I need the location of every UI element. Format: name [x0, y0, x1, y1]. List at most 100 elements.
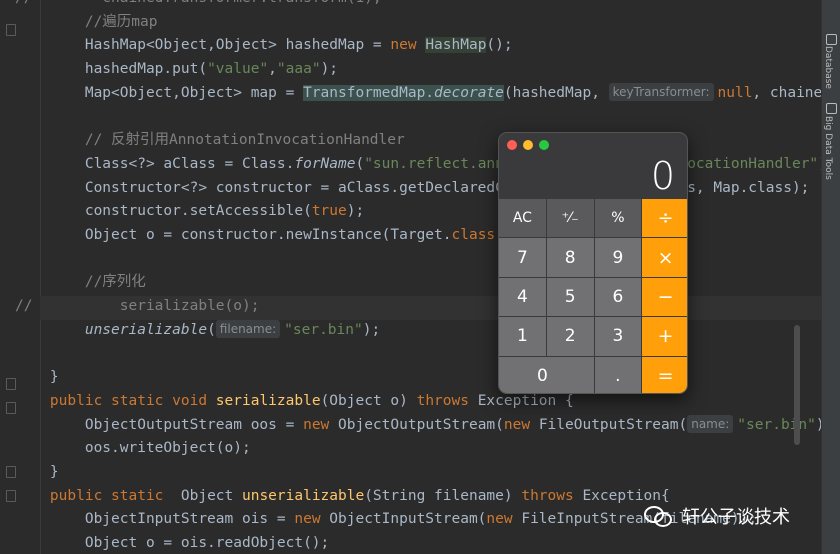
code-editor[interactable]: // chainedTransformer.transform(1); //遍历… [0, 0, 822, 554]
calculator-title-bar[interactable] [499, 133, 687, 155]
calculator-display: 0 [650, 154, 675, 198]
code-line[interactable]: Object o = ois.readObject(); [15, 531, 329, 554]
code-line[interactable]: Constructor<?> constructor = aClass.getD… [15, 176, 810, 200]
digit-9-key[interactable]: 9 [594, 238, 642, 277]
digit-4-key[interactable]: 4 [499, 277, 546, 317]
ac-key[interactable]: AC [499, 199, 546, 238]
code-token: new [390, 37, 426, 54]
code-line[interactable]: //遍历map [15, 10, 158, 34]
code-token: oos.writeObject(o); [15, 440, 251, 457]
code-token: ); [320, 61, 339, 78]
code-token: ); [362, 321, 381, 338]
code-line[interactable]: // 反射引用AnnotationInvocationHandler [15, 128, 405, 152]
code-token: null [717, 84, 753, 101]
code-token: // [15, 0, 32, 6]
maximize-button[interactable] [539, 140, 549, 150]
code-token: serializable(o); [32, 298, 260, 315]
code-token: Exception { [477, 392, 574, 409]
code-token: true [311, 203, 347, 220]
code-line[interactable]: ObjectOutputStream oos = new ObjectOutpu… [15, 413, 822, 437]
digit-3-key[interactable]: 3 [594, 317, 642, 356]
code-token: ( [207, 321, 216, 338]
code-token: TransformedMap. [303, 84, 435, 101]
code-line[interactable]: public static void serializable(Object o… [15, 389, 574, 413]
code-line[interactable]: // serializable(o); [15, 294, 259, 318]
minimize-button[interactable] [523, 140, 533, 150]
code-token: //遍历map [15, 13, 158, 30]
code-token: (Object o) [320, 392, 417, 409]
subtract-key[interactable]: − [642, 277, 687, 317]
digit-5-key[interactable]: 5 [546, 277, 594, 317]
digit-1-key[interactable]: 1 [499, 317, 546, 356]
code-token: } [15, 464, 59, 480]
code-token: ObjectOutputStream( [338, 416, 504, 433]
code-line[interactable]: Object o = constructor.newInstance(Targe… [15, 223, 556, 247]
plus-minus-key[interactable]: ⁺⁄₋ [546, 199, 594, 238]
code-token: (String filename) [364, 487, 522, 504]
code-line[interactable]: constructor.setAccessible(true); [15, 199, 364, 223]
digit-0-key[interactable]: 0 [499, 356, 594, 393]
code-token: new [294, 511, 330, 528]
code-line[interactable]: Map<Object,Object> map = TransformedMap.… [15, 81, 822, 105]
parameter-hint: keyTransformer: [608, 82, 714, 101]
code-line[interactable]: public static Object unserializable(Stri… [15, 484, 670, 508]
digit-8-key[interactable]: 8 [546, 238, 594, 277]
decimal-key[interactable]: . [594, 356, 642, 393]
percent-key[interactable]: % [594, 199, 642, 238]
digit-7-key[interactable]: 7 [499, 238, 546, 277]
code-line[interactable]: hashedMap.put("value","aaa"); [15, 57, 338, 81]
code-token: , [268, 61, 277, 78]
code-token: Class<?> aClass = Class. [15, 155, 295, 172]
code-token: // 反射引用AnnotationInvocationHandler [15, 132, 405, 149]
code-line[interactable]: //序列化 [15, 270, 146, 294]
add-key[interactable]: + [642, 317, 687, 356]
tab-big-data-tools[interactable]: Big Data Tools [823, 116, 833, 180]
calculator-keypad: AC ⁺⁄₋% ÷ 7 8 9 × 4 5 6− 1 2 3 +0. = [499, 199, 687, 393]
close-button[interactable] [507, 140, 517, 150]
watermark: 轩公子谈技术 [644, 500, 790, 532]
database-icon[interactable] [826, 34, 837, 45]
code-line[interactable]: HashMap<Object,Object> hashedMap = new H… [15, 33, 513, 57]
code-token: decorate [434, 84, 504, 101]
digit-6-key[interactable]: 6 [594, 277, 642, 317]
code-line[interactable]: // chainedTransformer.transform(1); [15, 0, 382, 10]
code-token: (hashedMap, [503, 84, 609, 101]
code-token: Map<Object,Object> map = [15, 84, 304, 101]
parameter-hint: filename: [215, 319, 281, 338]
code-line[interactable]: Class<?> aClass = Class.forName("sun.ref… [15, 152, 822, 176]
code-token: "ser.bin" [284, 321, 363, 338]
code-token: Object [180, 487, 242, 504]
code-token: ( [355, 155, 365, 172]
code-token: chainedTransformer.transform(1); [32, 0, 381, 6]
parameter-hint: name: [687, 414, 734, 433]
code-token: ObjectOutputStream oos = [15, 416, 304, 433]
divide-key[interactable]: ÷ [642, 199, 687, 238]
code-token: "aaa" [276, 61, 321, 78]
code-line[interactable]: } [15, 460, 59, 484]
code-token: Object o = ois.readObject(); [15, 535, 330, 552]
code-token: "ser.bin" [737, 416, 816, 433]
code-token: HashMap<Object,Object> hashedMap = [15, 37, 391, 54]
code-token: forName [294, 155, 356, 172]
code-token: ObjectInputStream( [329, 511, 487, 528]
code-line[interactable]: unserializable(filename: "ser.bin"); [15, 318, 380, 342]
code-token: public static void [49, 392, 216, 409]
code-token: FileOutputStream( [538, 416, 688, 433]
code-line[interactable]: oos.writeObject(o); [15, 436, 251, 460]
vertical-scrollbar[interactable] [794, 325, 800, 445]
multiply-key[interactable]: × [642, 238, 687, 277]
code-line[interactable]: } [15, 365, 59, 389]
code-token: class [451, 227, 496, 243]
right-tool-strip: Database Big Data Tools [821, 0, 840, 554]
code-token: Object o = constructor.newInstance(Targe… [15, 227, 452, 243]
code-token: Constructor<?> constructor = aClass.getD… [15, 179, 810, 196]
digit-2-key[interactable]: 2 [546, 317, 594, 356]
code-token: HashMap [425, 37, 487, 54]
calculator-window[interactable]: 0 AC ⁺⁄₋% ÷ 7 8 9 × 4 5 6− 1 2 3 +0. = [498, 132, 688, 394]
code-token: "value" [207, 61, 269, 78]
tab-database[interactable]: Database [823, 46, 833, 89]
equals-key[interactable]: = [642, 356, 687, 393]
big-data-tools-icon[interactable] [826, 103, 837, 114]
